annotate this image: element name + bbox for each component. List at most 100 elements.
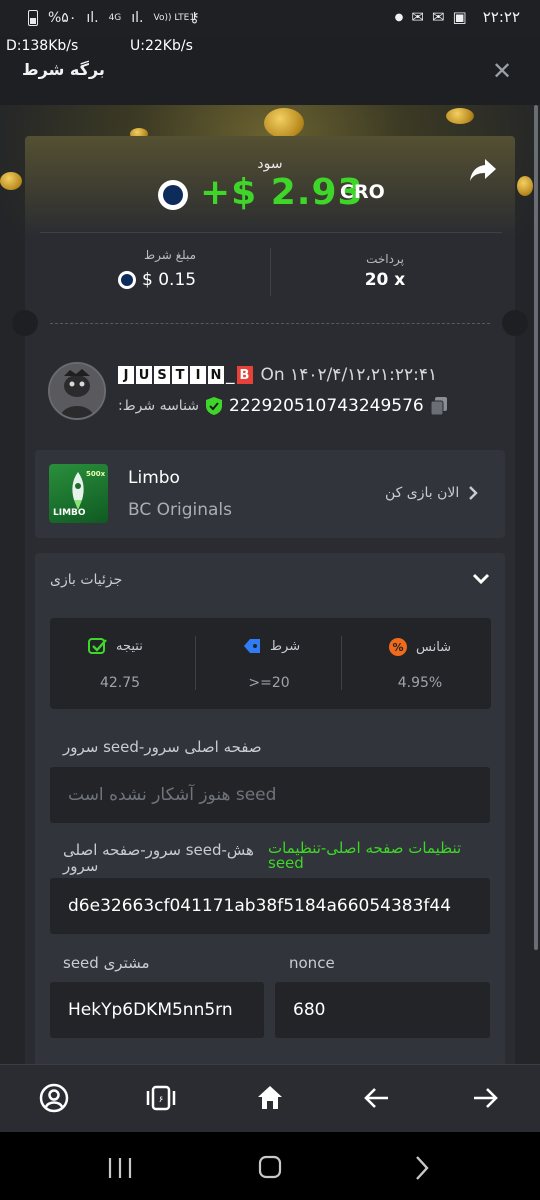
bet-amount: $ 0.15: [118, 270, 196, 290]
stat-result: نتیجه: [88, 637, 143, 655]
username-letter: B: [236, 366, 253, 384]
status-bar-left: %۵۰ ıl. 4G ıl. Vo)) LTE1 ⚷: [28, 10, 200, 26]
share-icon[interactable]: [468, 156, 498, 184]
server-seed-placeholder: هنوز آشکار نشده است seed: [68, 785, 277, 805]
status-bar-right: ● ✉ ✉ ▣ ۲۲:۲۲: [395, 8, 520, 26]
client-seed-field[interactable]: HekYp6DKM5nn5rn: [50, 982, 264, 1038]
upload-speed: U:22Kb/s: [130, 38, 193, 54]
hash-label: سرور-صفحه اصلی seed-هش سرور: [63, 842, 263, 874]
server-seed-field[interactable]: هنوز آشکار نشده است seed: [50, 767, 490, 823]
avatar[interactable]: [48, 362, 106, 420]
check-icon: [88, 638, 107, 654]
username-letter: U: [136, 366, 152, 384]
stat-result-value: 42.75: [99, 675, 141, 691]
ticket-dashed-divider: [50, 323, 490, 324]
game-name: Limbo: [128, 468, 180, 488]
play-now-label: الان بازی کن: [385, 485, 460, 501]
signal-icon-2: ıl.: [131, 10, 144, 26]
game-thumb-badge: 500x: [86, 470, 106, 478]
forward-arrow-icon[interactable]: [469, 1082, 501, 1114]
page-title: برگه شرط: [22, 60, 105, 79]
nonce-value: 680: [293, 1000, 326, 1020]
stats-divider: [195, 636, 196, 690]
coin-decoration: [517, 176, 533, 196]
network-4g: 4G: [108, 12, 122, 23]
profit-currency: CRO: [340, 181, 385, 203]
mail-off-icon-2: ✉: [431, 8, 445, 26]
server-seed-label: سرور seed-صفحه اصلی سرور: [63, 738, 262, 756]
recent-apps-icon[interactable]: [103, 1152, 137, 1184]
stat-chance-value: 4.95%: [397, 675, 443, 691]
percent-icon: %: [389, 638, 407, 656]
username-letter: I: [190, 366, 206, 384]
copy-icon[interactable]: [430, 396, 448, 416]
stat-bet-label: شرط: [270, 638, 301, 654]
chevron-down-icon[interactable]: [470, 568, 492, 590]
stats-box: [50, 618, 491, 709]
stat-chance: % شانس: [388, 637, 451, 657]
tabs-icon[interactable]: ۶: [145, 1082, 177, 1114]
tag-icon: [244, 639, 260, 653]
hash-field[interactable]: d6e32663cf041171ab38f5184a66054383f44: [50, 878, 490, 934]
stat-chance-label: شانس: [416, 639, 452, 655]
scrollbar[interactable]: [534, 105, 538, 950]
hash-settings-link[interactable]: تنظیمات صفحه اصلی-تنظیمات seed: [268, 841, 473, 871]
image-icon: ▣: [452, 8, 467, 26]
shield-check-icon: [206, 397, 223, 415]
bet-timestamp: On ۱۴۰۲/۴/۱۲،۲۱:۲۲:۴۱: [260, 365, 438, 385]
stat-bet-value: >=20: [248, 675, 290, 691]
username-letter: N: [208, 366, 224, 384]
ticket-notch: [12, 310, 38, 336]
game-thumb-label: LIMBO: [53, 508, 86, 518]
username-letter: T: [172, 366, 188, 384]
coin-decoration: [0, 172, 22, 190]
key-icon: ⚷: [189, 10, 200, 26]
details-title: جزئیات بازی: [50, 572, 123, 588]
dot-icon: ●: [394, 11, 404, 23]
svg-text:%: %: [392, 641, 403, 654]
cro-logo-icon: [158, 180, 188, 210]
game-provider: BC Originals: [128, 500, 233, 520]
payout-value: 20 x: [364, 270, 406, 290]
home-button-icon[interactable]: [253, 1152, 287, 1184]
hash-value: d6e32663cf041171ab38f5184a66054383f44: [68, 896, 452, 916]
bet-amount-label: مبلغ شرط: [144, 248, 196, 262]
cro-coin-icon: [118, 271, 136, 289]
battery-icon: [28, 10, 38, 26]
download-speed: D:138Kb/s: [6, 38, 79, 54]
card-divider: [40, 232, 502, 233]
avatar-image: [50, 364, 104, 418]
home-icon[interactable]: [254, 1082, 286, 1114]
profit-label: سود: [257, 156, 283, 172]
bet-id-value: 222920510743249576: [229, 396, 424, 416]
stats-divider: [341, 636, 342, 690]
mail-off-icon: ✉: [411, 8, 424, 26]
bet-id-label: :شناسه شرط: [118, 398, 200, 414]
username-underscore: _: [226, 365, 235, 385]
stat-result-label: نتیجه: [116, 638, 143, 654]
coin-decoration: [446, 108, 474, 124]
back-arrow-icon[interactable]: [361, 1082, 393, 1114]
volte-indicator: Vo)) LTE1: [153, 12, 196, 23]
close-button[interactable]: ✕: [492, 57, 512, 85]
stat-bet: شرط: [242, 637, 300, 655]
client-seed-label: seed مشتری: [63, 954, 150, 972]
username-letter: J: [118, 366, 134, 384]
signal-icon-1: ıl.: [86, 10, 99, 26]
coin-decoration: [264, 108, 304, 138]
battery-percent: %۵۰: [48, 10, 77, 26]
profile-icon[interactable]: [38, 1082, 70, 1114]
bet-id-line: :شناسه شرط 222920510743249576: [118, 396, 448, 416]
play-now-link[interactable]: الان بازی کن: [385, 485, 479, 501]
nonce-field[interactable]: 680: [275, 982, 490, 1038]
client-seed-value: HekYp6DKM5nn5rn: [68, 1000, 233, 1020]
user-line: J U S T I N _ B On ۱۴۰۲/۴/۱۲،۲۱:۲۲:۴۱: [118, 365, 437, 385]
username-letter: S: [154, 366, 170, 384]
ticket-notch: [502, 310, 528, 336]
card-divider-vertical: [270, 248, 271, 296]
svg-text:۶: ۶: [159, 1095, 164, 1105]
clock-time: ۲۲:۲۲: [482, 8, 520, 26]
bet-amount-value: $ 0.15: [142, 270, 197, 290]
hash-label-text: سرور-صفحه اصلی seed-هش سرور: [63, 841, 254, 875]
back-button-icon[interactable]: [405, 1152, 439, 1184]
